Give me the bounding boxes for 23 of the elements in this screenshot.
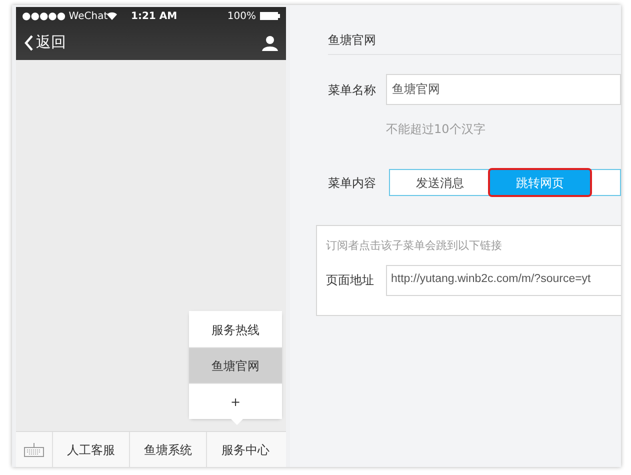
time-label: 1:21 AM	[131, 10, 178, 24]
carrier-label: ●●●●● WeChat	[22, 10, 107, 24]
menu-title: 鱼塘官网	[328, 33, 376, 47]
field-hint: 不能超过10个汉字	[386, 121, 486, 138]
submenu-item[interactable]: 服务热线	[189, 311, 282, 347]
wifi-icon	[107, 12, 117, 20]
submenu-item[interactable]: 鱼塘官网	[189, 347, 282, 383]
link-hint: 订阅者点击该子菜单会跳到以下链接	[326, 238, 503, 254]
url-field[interactable]: http://yutang.winb2c.com/m/?source=yt	[386, 264, 621, 296]
menu-name-field[interactable]: 鱼塘官网	[386, 74, 621, 105]
profile-icon[interactable]	[262, 34, 278, 50]
field-label: 菜单内容	[328, 174, 377, 192]
menu-tab[interactable]: 鱼塘系统	[130, 432, 207, 467]
battery-icon	[260, 12, 280, 20]
chevron-icon	[24, 34, 34, 50]
keyboard-icon[interactable]	[24, 442, 44, 456]
menu-tab[interactable]: 人工客服	[53, 432, 130, 467]
field-label: 页面地址	[326, 272, 375, 289]
battery-label: 100%	[227, 10, 256, 24]
submenu-item[interactable]: +	[189, 383, 282, 419]
field-label: 菜单名称	[328, 82, 377, 98]
back-button[interactable]: 返回	[24, 31, 66, 54]
menu-tab[interactable]: 服务中心	[207, 432, 284, 467]
